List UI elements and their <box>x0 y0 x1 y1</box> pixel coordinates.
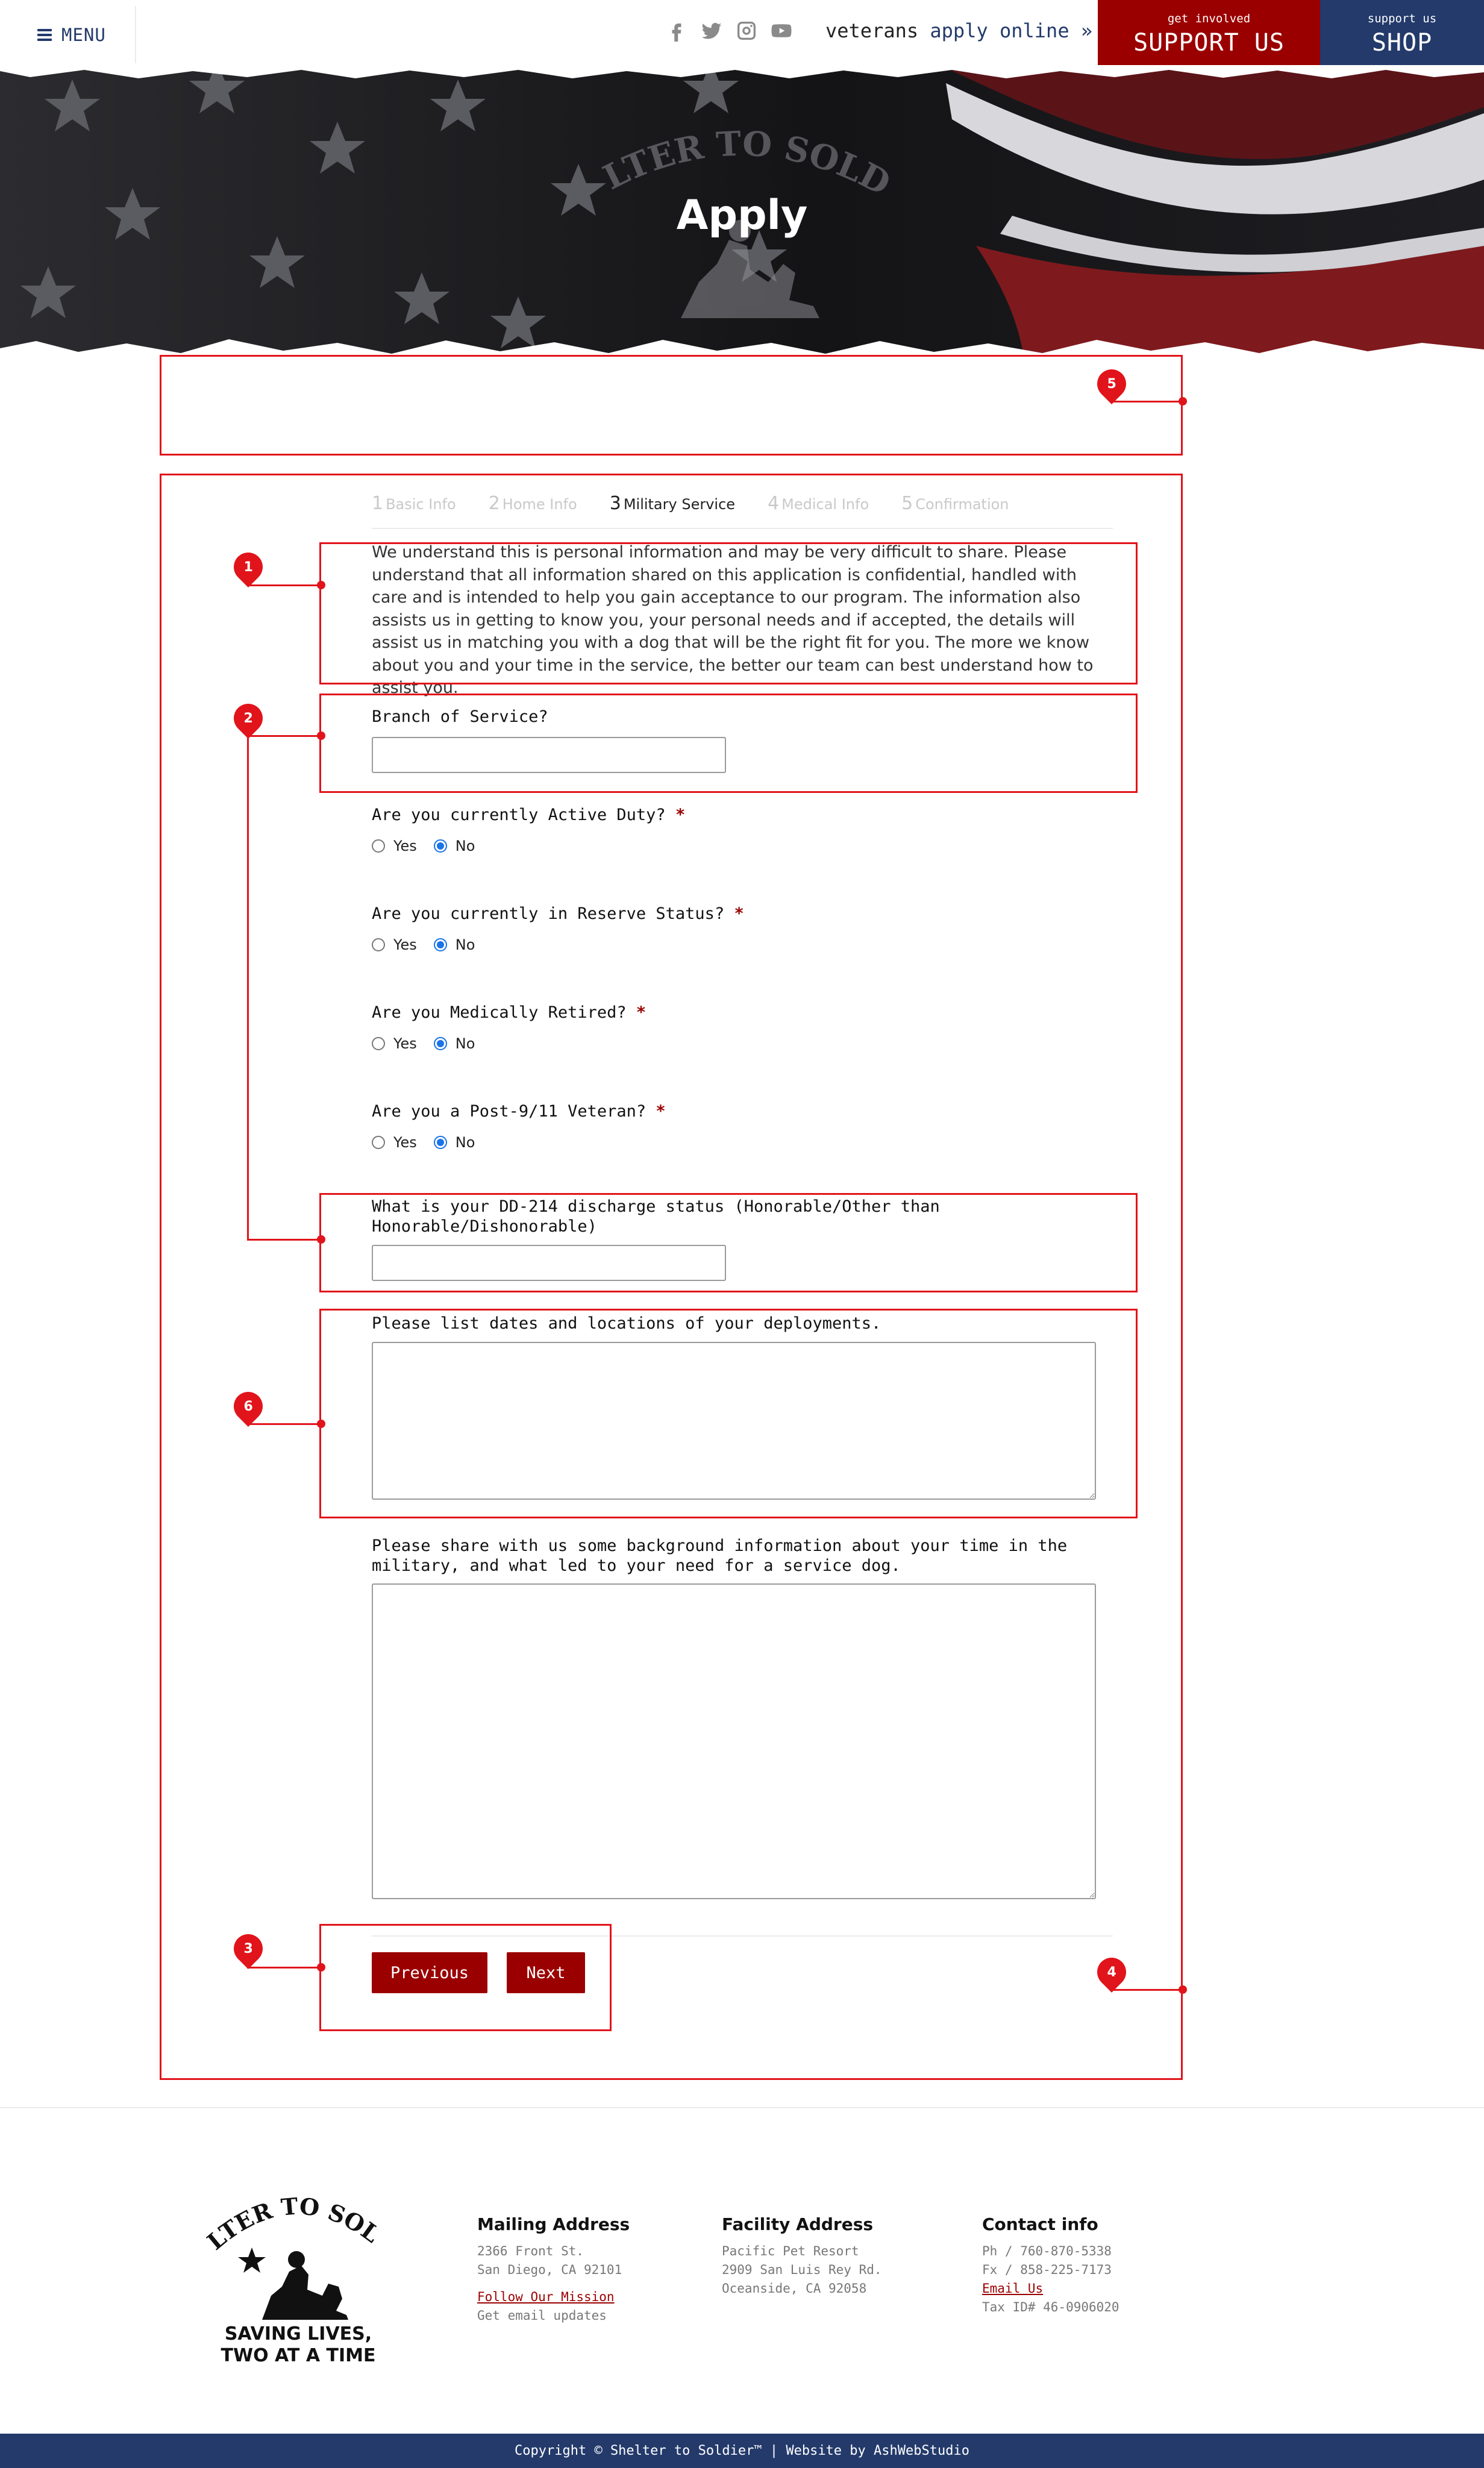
hamburger-icon <box>37 29 52 41</box>
annotation-connector-4 <box>1110 1989 1183 1991</box>
annotation-connector-1 <box>247 584 322 586</box>
support-small-label: get involved <box>1167 12 1251 25</box>
apply-prefix: veterans <box>825 19 919 42</box>
menu-button[interactable]: MENU <box>37 18 106 52</box>
annotation-dot-6 <box>317 1420 325 1428</box>
footer-contact-info: Contact info Ph / 760-870-5338 Fx / 858-… <box>982 2215 1119 2317</box>
footer-facility-address: Facility Address Pacific Pet Resort 2909… <box>722 2215 882 2298</box>
social-links <box>665 19 793 42</box>
contact-info-title: Contact info <box>982 2214 1098 2234</box>
annotation-box-6 <box>319 1309 1138 1518</box>
footer-tagline: SAVING LIVES, TWO AT A TIME <box>205 2323 392 2367</box>
copyright-text: Copyright © Shelter to Soldier™ | Websit… <box>515 2443 969 2458</box>
email-updates-text: Get email updates <box>477 2308 607 2323</box>
email-us-link[interactable]: Email Us <box>982 2279 1043 2298</box>
page-title: Apply <box>676 192 808 239</box>
shop-button[interactable]: support us SHOP <box>1320 0 1484 69</box>
support-big-label: SUPPORT US <box>1133 29 1285 57</box>
mailing-line1: 2366 Front St. <box>477 2244 584 2258</box>
copyright-bar: Copyright © Shelter to Soldier™ | Websit… <box>0 2434 1484 2468</box>
annotation-box-2b <box>319 1193 1138 1292</box>
facility-line2: 2909 San Luis Rey Rd. <box>722 2263 882 2277</box>
annotation-connector-2b <box>247 1239 322 1241</box>
apply-online-text: apply online » <box>930 19 1093 42</box>
annotation-box-2a <box>319 694 1138 793</box>
mailing-line2: San Diego, CA 92101 <box>477 2263 622 2277</box>
annotation-box-5 <box>160 355 1183 456</box>
footer-separator <box>0 2107 1484 2108</box>
shop-big-label: SHOP <box>1371 29 1433 57</box>
support-us-button[interactable]: get involved SUPPORT US <box>1098 0 1320 69</box>
follow-our-mission-link[interactable]: Follow Our Mission <box>477 2288 615 2307</box>
tagline-line1: SAVING LIVES, <box>224 2323 372 2344</box>
contact-fax: Fx / 858-225-7173 <box>982 2263 1112 2277</box>
instagram-icon[interactable] <box>735 19 758 42</box>
contact-phone: Ph / 760-870-5338 <box>982 2244 1112 2258</box>
annotation-connector-3 <box>247 1967 322 1968</box>
tagline-line2: TWO AT A TIME <box>221 2345 376 2366</box>
annotation-box-3 <box>319 1924 612 2031</box>
annotation-connector-5 <box>1110 401 1183 402</box>
annotation-box-1 <box>319 542 1138 684</box>
svg-text:SHELTER TO SOLDIER: SHELTER TO SOLDIER <box>205 2175 385 2255</box>
twitter-icon[interactable] <box>700 19 723 42</box>
annotation-connector-2-vertical <box>247 735 249 1241</box>
annotation-connector-6 <box>247 1423 322 1425</box>
annotation-dot-3 <box>317 1963 325 1972</box>
facility-line3: Oceanside, CA 92058 <box>722 2281 867 2296</box>
facility-line1: Pacific Pet Resort <box>722 2244 859 2258</box>
menu-divider <box>135 6 136 63</box>
annotation-connector-2a <box>247 735 322 737</box>
youtube-icon[interactable] <box>770 19 793 42</box>
annotation-dot-2a <box>317 731 325 740</box>
annotation-dot-5 <box>1179 397 1187 406</box>
shelter-to-soldier-logo-icon: SHELTER TO SOLDIER <box>194 2153 385 2320</box>
hero-banner: SHELTER TO SOLDIER Apply <box>0 65 1484 360</box>
footer-mailing-address: Mailing Address 2366 Front St. San Diego… <box>477 2215 630 2325</box>
annotation-dot-1 <box>317 581 325 589</box>
mailing-address-title: Mailing Address <box>477 2214 630 2234</box>
menu-label: MENU <box>61 25 106 45</box>
shop-small-label: support us <box>1367 12 1437 25</box>
apply-online-link[interactable]: veterans apply online » <box>825 19 1092 42</box>
annotation-dot-2b <box>317 1235 325 1244</box>
facility-address-title: Facility Address <box>722 2214 874 2234</box>
contact-tax-id: Tax ID# 46-0906020 <box>982 2300 1119 2314</box>
annotation-dot-4 <box>1179 1985 1187 1994</box>
facebook-icon[interactable] <box>665 19 688 42</box>
top-navigation-bar: MENU veterans apply online » get involve… <box>0 0 1484 69</box>
